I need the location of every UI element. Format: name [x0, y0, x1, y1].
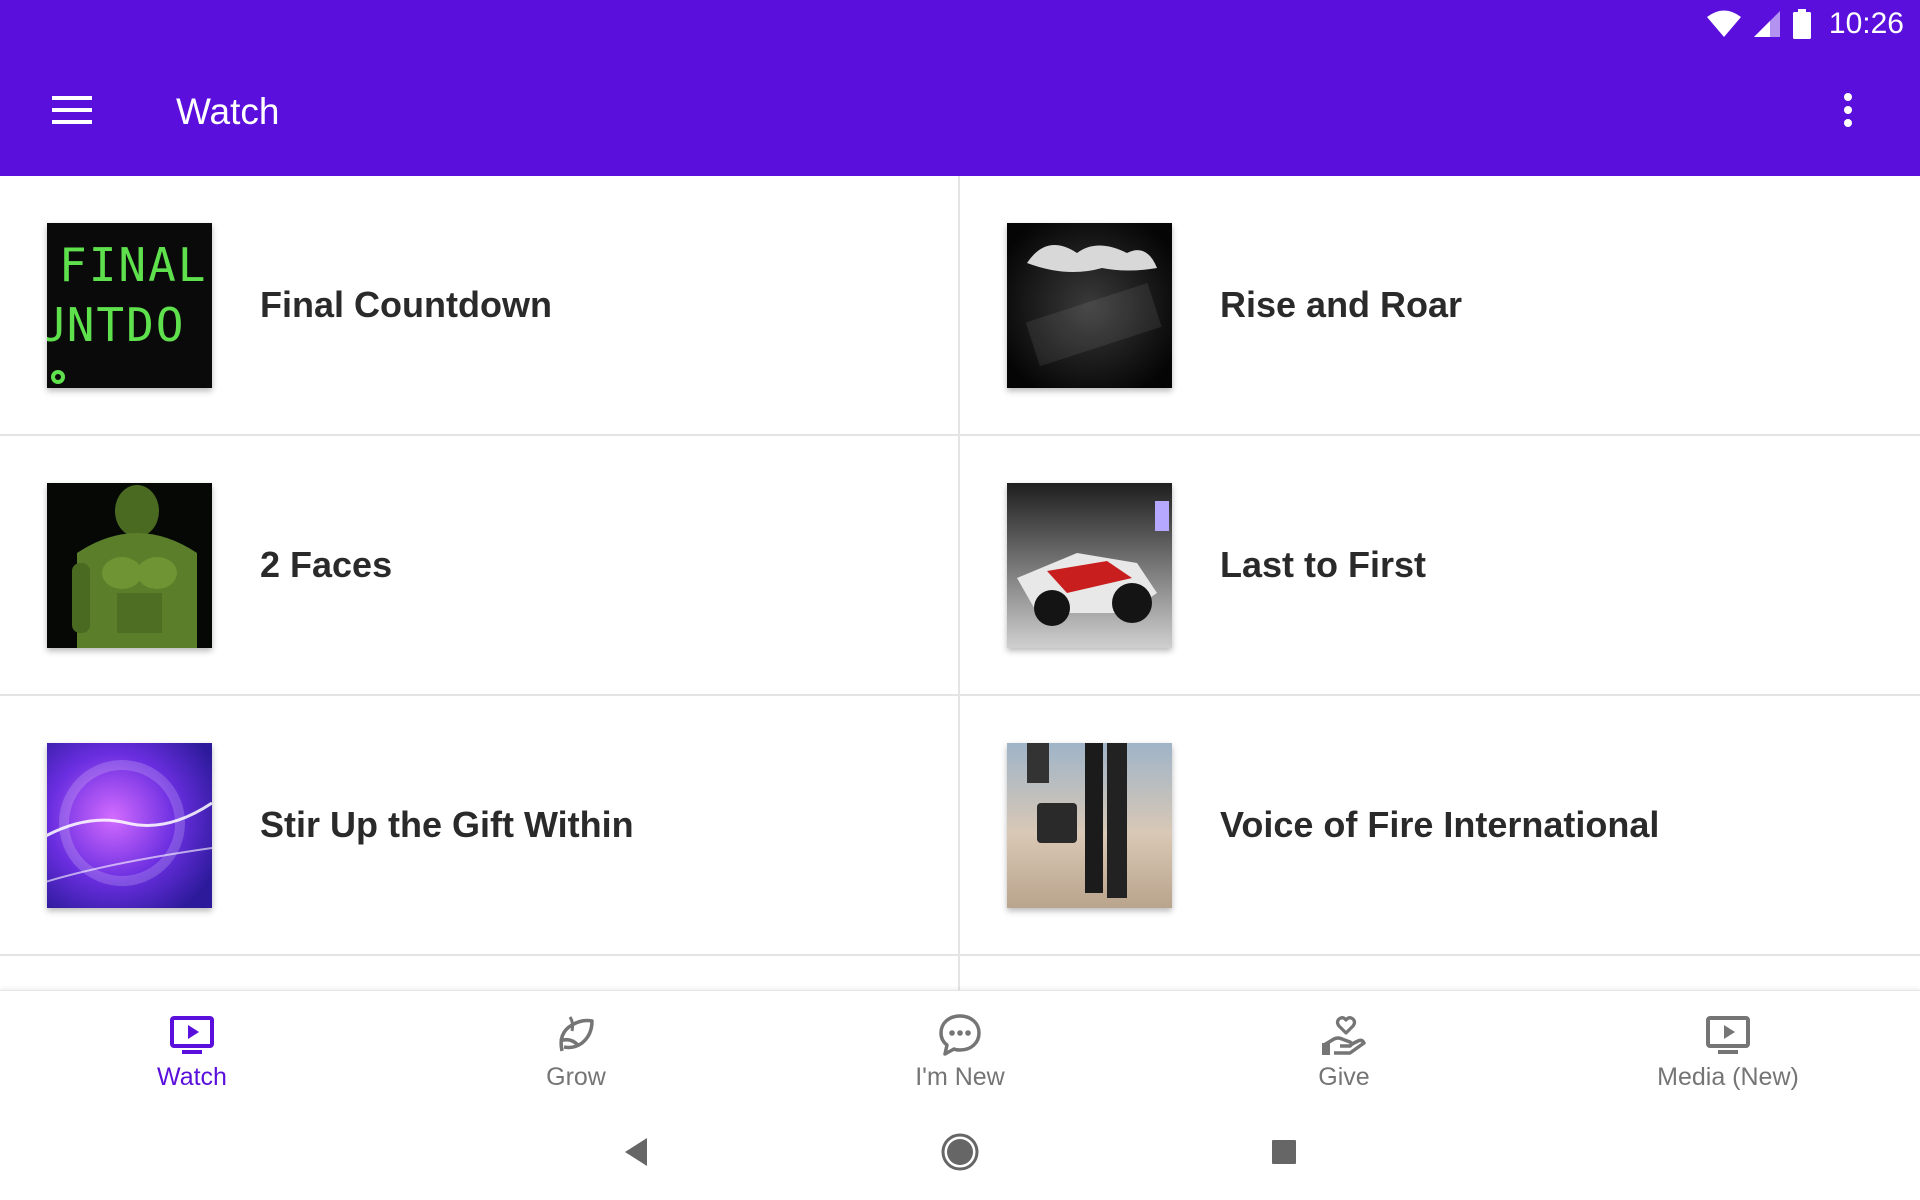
voice-of-fire-thumbnail: [1007, 742, 1172, 908]
more-vert-icon: [1843, 92, 1853, 132]
menu-button[interactable]: [40, 80, 104, 144]
tv-play-icon: [1704, 1011, 1752, 1059]
nav-item-media-new[interactable]: Media (New): [1536, 991, 1920, 1108]
chat-bubble-icon: [936, 1011, 984, 1059]
last-to-first-thumbnail: [1007, 482, 1172, 648]
list-item[interactable]: Voice of Fire International: [960, 696, 1920, 956]
list-item[interactable]: Rise and Roar: [960, 176, 1920, 436]
stir-up-the-gift-within-thumbnail: [47, 742, 212, 908]
home-button[interactable]: [936, 1130, 984, 1178]
app-bar: 10:26 Watch: [0, 0, 1920, 176]
nav-label: Grow: [546, 1063, 606, 1091]
tv-play-icon: [168, 1011, 216, 1059]
back-button[interactable]: [612, 1130, 660, 1178]
wifi-icon: [1706, 10, 1741, 38]
item-title: 2 Faces: [260, 544, 393, 585]
2-faces-thumbnail: [47, 482, 212, 648]
cell-signal-icon: [1753, 10, 1781, 38]
item-grid: FINAL UNTDO Final Countdown Rise and Roa…: [0, 176, 1920, 956]
nav-item-im-new[interactable]: I'm New: [768, 991, 1152, 1108]
partial-card: [0, 956, 960, 991]
partial-card: [960, 956, 1920, 991]
nav-item-grow[interactable]: Grow: [384, 991, 768, 1108]
page-title: Watch: [176, 91, 280, 132]
nav-item-give[interactable]: Give: [1152, 991, 1536, 1108]
svg-text:FINAL: FINAL: [59, 238, 207, 292]
list-item[interactable]: Stir Up the Gift Within: [0, 696, 960, 956]
leaf-hand-icon: [552, 1011, 600, 1059]
item-title: Final Countdown: [260, 284, 552, 325]
recents-icon: [1271, 1139, 1297, 1170]
status-bar: 10:26: [1706, 0, 1920, 48]
list-item[interactable]: FINAL UNTDO Final Countdown: [0, 176, 960, 436]
nav-item-watch[interactable]: Watch: [0, 991, 384, 1108]
nav-label: Give: [1318, 1063, 1370, 1091]
final-countdown-thumbnail: FINAL UNTDO: [47, 222, 212, 388]
bottom-navigation: Watch Grow I'm New Give Media (New): [0, 990, 1920, 1108]
item-title: Voice of Fire International: [1220, 804, 1660, 845]
item-title: Stir Up the Gift Within: [260, 804, 634, 845]
heart-hand-icon: [1320, 1011, 1368, 1059]
item-title: Rise and Roar: [1220, 284, 1463, 325]
hamburger-menu-icon: [52, 95, 92, 130]
back-icon: [623, 1137, 649, 1172]
svg-text:UNTDO: UNTDO: [47, 298, 185, 352]
item-title: Last to First: [1220, 544, 1427, 585]
list-item[interactable]: 2 Faces: [0, 436, 960, 696]
system-navigation-bar: [0, 1108, 1920, 1200]
partial-next-row: [0, 956, 1920, 991]
home-icon: [940, 1132, 980, 1177]
nav-label: I'm New: [915, 1063, 1005, 1091]
recents-button[interactable]: [1260, 1130, 1308, 1178]
nav-label: Watch: [157, 1063, 227, 1091]
list-item[interactable]: Last to First: [960, 436, 1920, 696]
rise-and-roar-thumbnail: [1007, 222, 1172, 388]
battery-icon: [1792, 9, 1811, 39]
nav-label: Media (New): [1657, 1063, 1799, 1091]
status-time: 10:26: [1828, 7, 1904, 40]
content-list: FINAL UNTDO Final Countdown Rise and Roa…: [0, 176, 1920, 991]
overflow-menu-button[interactable]: [1816, 80, 1880, 144]
